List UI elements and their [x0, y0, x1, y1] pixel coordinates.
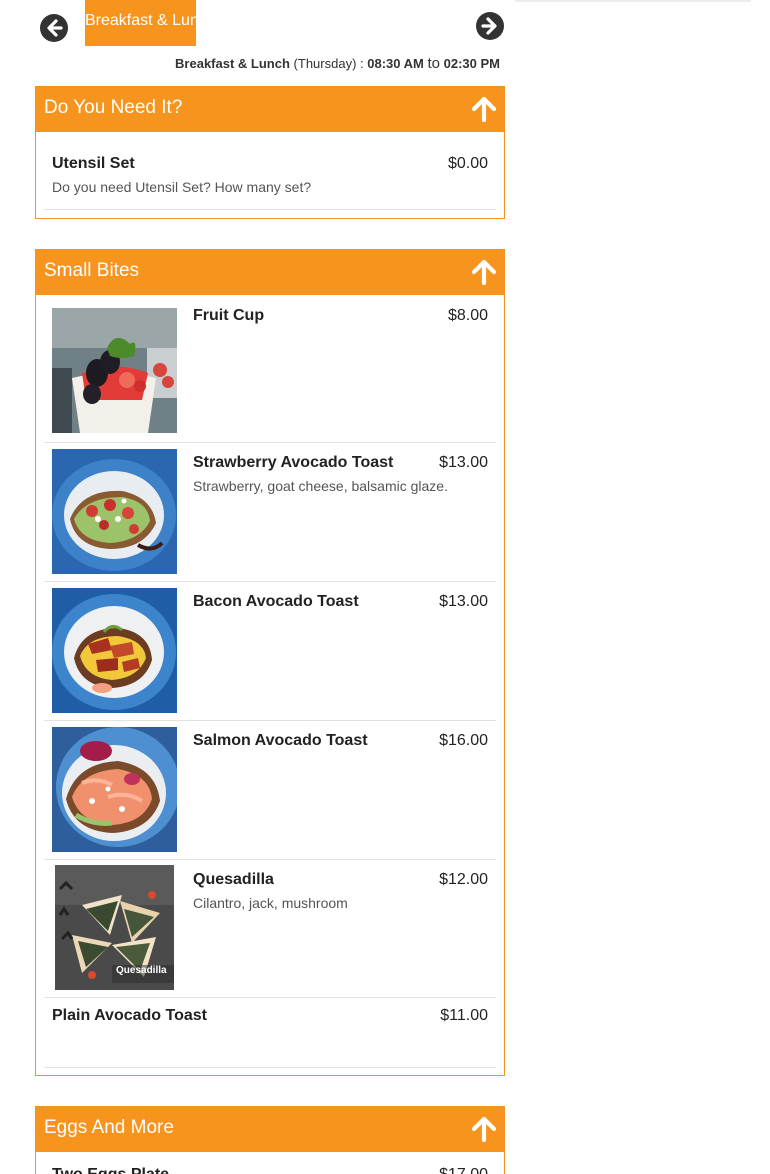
- tab-label: Breakfast & Lunch: [85, 12, 196, 29]
- section-small-bites: Small Bites Fruit Cup $8.00 Strawberry A…: [35, 249, 505, 1076]
- item-name: Utensil Set: [52, 155, 135, 172]
- arrow-up-icon[interactable]: [471, 1116, 497, 1142]
- arrow-up-icon[interactable]: [471, 96, 497, 122]
- hours-to: to: [427, 55, 440, 72]
- quesadilla-photo: Quesadilla: [52, 865, 177, 990]
- item-name: Fruit Cup: [193, 307, 265, 324]
- item-name: Plain Avocado Toast: [52, 1007, 207, 1024]
- bacon-avocado-toast-photo: [52, 588, 177, 713]
- item-description: Do you need Utensil Set? How many set?: [52, 179, 312, 195]
- menu-item-strawberry-avocado-toast[interactable]: Strawberry Avocado Toast $13.00 Strawber…: [44, 443, 496, 582]
- item-name: Two Eggs Plate: [52, 1166, 169, 1174]
- section-eggs-and-more: Eggs And More Two Eggs Plate $17.00: [35, 1106, 505, 1174]
- item-price: $12.00: [439, 871, 488, 888]
- item-price: $17.00: [439, 1166, 488, 1174]
- section-header[interactable]: Do You Need It?: [36, 87, 504, 132]
- menu-item-plain-avocado-toast[interactable]: Plain Avocado Toast $11.00: [44, 998, 496, 1068]
- section-header[interactable]: Eggs And More: [36, 1107, 504, 1152]
- item-name: Bacon Avocado Toast: [193, 593, 359, 610]
- item-price: $13.00: [439, 593, 488, 610]
- section-title: Do You Need It?: [44, 97, 183, 118]
- item-price: $11.00: [440, 1007, 488, 1024]
- item-price: $8.00: [447, 307, 488, 324]
- item-price: $16.00: [439, 732, 488, 749]
- tab-breakfast-lunch[interactable]: Breakfast & Lunch: [85, 0, 196, 46]
- strawberry-avocado-toast-photo: [52, 449, 177, 574]
- menu-hours: Breakfast & Lunch (Thursday) : 08:30 AM …: [175, 55, 500, 72]
- arrow-right-circle-icon[interactable]: [475, 11, 505, 41]
- hours-close: 02:30 PM: [443, 56, 500, 71]
- item-name: Quesadilla: [193, 871, 274, 888]
- section-do-you-need-it: Do You Need It? Utensil Set $0.00 Do you…: [35, 86, 505, 219]
- menu-item-salmon-avocado-toast[interactable]: Salmon Avocado Toast $16.00: [44, 721, 496, 860]
- menu-tab-bar: Breakfast & Lunch: [35, 0, 505, 52]
- item-description: Strawberry, goat cheese, balsamic glaze.: [193, 478, 448, 494]
- menu-item-utensil-set[interactable]: Utensil Set $0.00 Do you need Utensil Se…: [44, 132, 496, 210]
- section-title: Small Bites: [44, 260, 140, 281]
- item-name: Strawberry Avocado Toast: [193, 454, 394, 471]
- sidebar-divider: [515, 0, 751, 2]
- item-price: $0.00: [447, 155, 488, 172]
- hours-day: (Thursday) :: [293, 56, 364, 71]
- hours-menu-name: Breakfast & Lunch: [175, 56, 290, 71]
- menu-item-two-eggs-plate[interactable]: Two Eggs Plate $17.00: [44, 1152, 496, 1174]
- item-price: $13.00: [439, 454, 488, 471]
- hours-open: 08:30 AM: [367, 56, 424, 71]
- menu-item-fruit-cup[interactable]: Fruit Cup $8.00: [44, 296, 496, 443]
- salmon-avocado-toast-photo: [52, 727, 177, 852]
- item-name: Salmon Avocado Toast: [193, 732, 368, 749]
- menu-item-quesadilla[interactable]: Quesadilla Quesadilla $12.00 Cilantro, j…: [44, 860, 496, 998]
- fruit-cup-photo: [52, 308, 177, 433]
- quesadilla-photo-caption: Quesadilla: [116, 965, 167, 976]
- section-title: Eggs And More: [44, 1117, 174, 1138]
- arrow-left-circle-icon[interactable]: [39, 13, 69, 43]
- arrow-up-icon[interactable]: [471, 259, 497, 285]
- menu-item-bacon-avocado-toast[interactable]: Bacon Avocado Toast $13.00: [44, 582, 496, 721]
- item-description: Cilantro, jack, mushroom: [193, 895, 348, 911]
- section-header[interactable]: Small Bites: [36, 250, 504, 295]
